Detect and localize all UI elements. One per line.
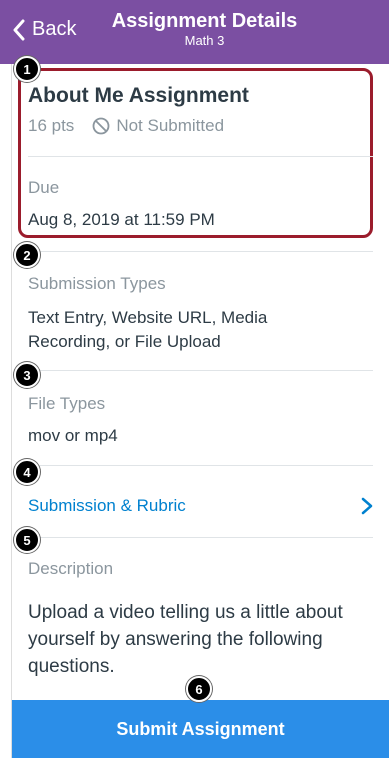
callout-badge-2: 2 (14, 242, 40, 268)
page-subtitle: Math 3 (184, 33, 225, 48)
callout-badge-4: 4 (14, 459, 40, 485)
divider (28, 156, 373, 157)
submission-rubric-label: Submission & Rubric (28, 496, 186, 515)
submit-label: Submit Assignment (116, 718, 285, 739)
status-text: Not Submitted (116, 116, 225, 135)
file-types-label: File Types (28, 394, 106, 413)
nav-title-group: Assignment Details Math 3 (0, 10, 389, 50)
due-label: Due (28, 178, 60, 197)
bottom-strip (0, 758, 389, 765)
callout-badge-5: 5 (14, 527, 40, 553)
file-types-value: mov or mp4 (28, 426, 118, 445)
description-text: Upload a video telling us a little about… (28, 602, 343, 677)
left-edge-line (11, 64, 12, 765)
points-text: 16 pts (28, 116, 75, 135)
divider (28, 465, 373, 466)
callout-badge-6: 6 (186, 676, 212, 702)
divider (28, 251, 373, 252)
page-title: Assignment Details (111, 10, 298, 32)
submission-types-value: Text Entry, Website URL, Media Recording… (28, 308, 268, 351)
submission-rubric-link[interactable]: Submission & Rubric (28, 491, 373, 521)
description-label: Description (28, 559, 114, 578)
callout-badge-1: 1 (14, 56, 40, 82)
divider (28, 370, 373, 371)
callout-badge-3: 3 (14, 362, 40, 388)
assignment-meta: 16 pts Not Submitted (28, 116, 224, 136)
not-submitted-icon (92, 117, 110, 135)
submit-assignment-button[interactable]: Submit Assignment (12, 700, 389, 758)
divider (28, 537, 373, 538)
chevron-right-icon (361, 497, 373, 515)
navigation-bar: Back Assignment Details Math 3 (0, 0, 389, 64)
submission-types-label: Submission Types (28, 274, 166, 293)
assignment-title: About Me Assignment (28, 84, 249, 107)
due-value: Aug 8, 2019 at 11:59 PM (28, 210, 215, 229)
